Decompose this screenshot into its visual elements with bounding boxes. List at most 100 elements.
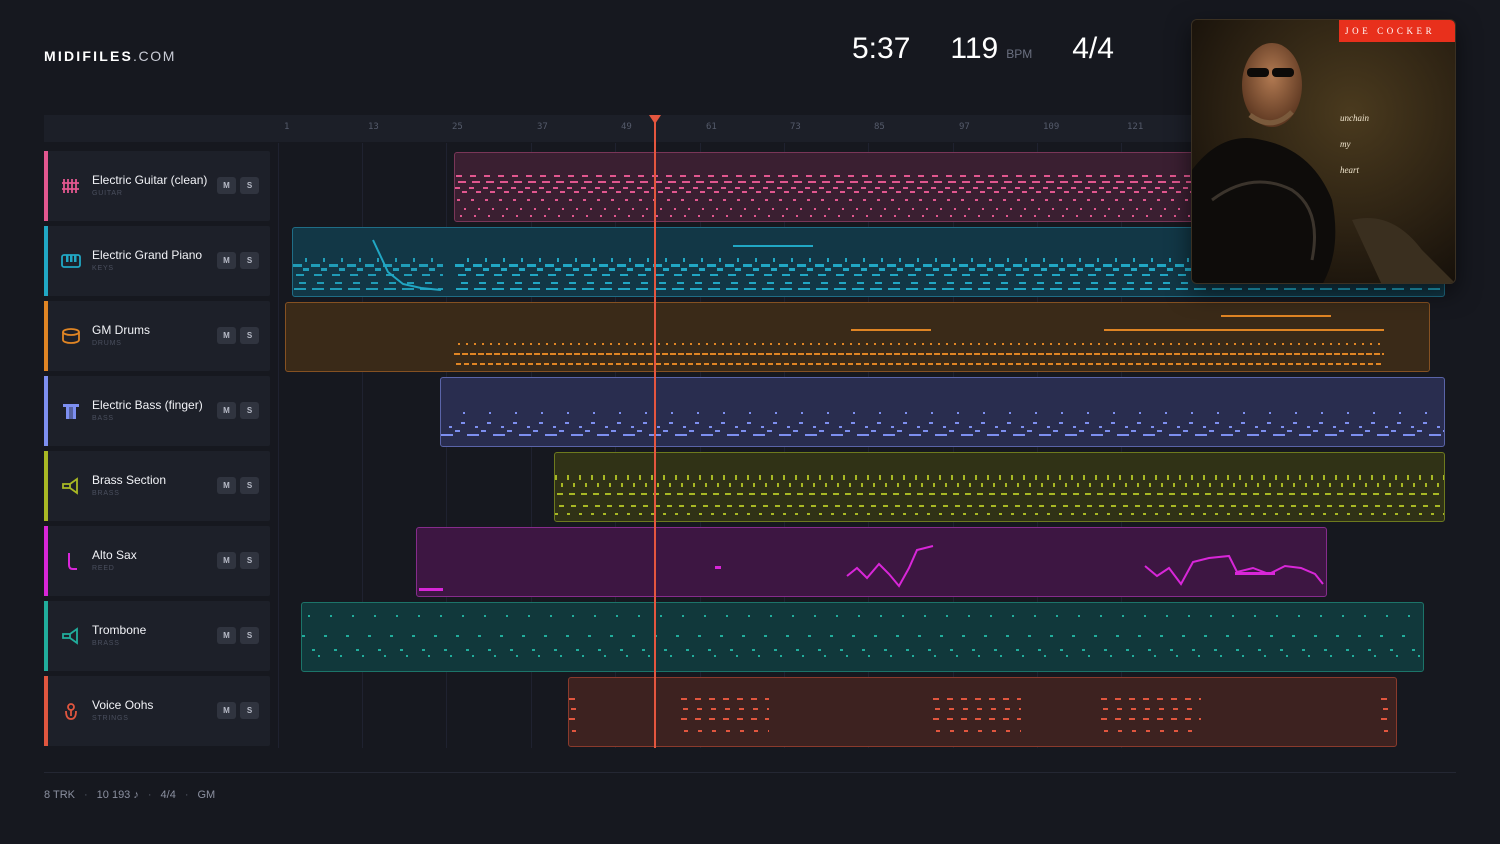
track-name: Electric Guitar (clean) (92, 173, 208, 187)
horn-icon (62, 627, 78, 645)
ruler-tick: 25 (452, 122, 463, 132)
clip-sax[interactable] (416, 527, 1327, 597)
footer-standard: GM (197, 789, 216, 801)
track-header-brass[interactable]: Brass Section BRASS M S (44, 451, 270, 521)
playhead-line[interactable] (654, 122, 656, 748)
track-category: STRINGS (92, 715, 129, 722)
ruler-tick: 1 (284, 122, 290, 132)
mute-button[interactable]: M (217, 477, 236, 494)
track-category: DRUMS (92, 340, 122, 347)
track-color-stripe (44, 451, 48, 521)
song-duration: 5:37 (852, 32, 911, 65)
track-color-stripe (44, 226, 48, 296)
track-color-stripe (44, 601, 48, 671)
track-category: KEYS (92, 265, 114, 272)
track-header-guitar[interactable]: Electric Guitar (clean) GUITAR M S (44, 151, 270, 221)
album-title-line: unchain (1340, 113, 1369, 123)
brand-name: MIDIFILES (44, 48, 134, 64)
ruler-tick: 49 (621, 122, 632, 132)
ruler-tick: 121 (1127, 122, 1144, 132)
mute-button[interactable]: M (217, 327, 236, 344)
footer-separator: · (83, 789, 88, 801)
grid-line (278, 143, 279, 748)
ruler-tick: 97 (959, 122, 970, 132)
track-name: Electric Grand Piano (92, 248, 203, 262)
mute-button[interactable]: M (217, 702, 236, 719)
clip-voice[interactable] (568, 677, 1397, 747)
clip-brass[interactable] (554, 452, 1445, 522)
ruler-tick: 13 (368, 122, 379, 132)
clip-drums[interactable] (285, 302, 1430, 372)
time-signature: 4/4 (1072, 32, 1114, 65)
track-color-stripe (44, 676, 48, 746)
track-category: REED (92, 565, 115, 572)
track-header-sax[interactable]: Alto Sax REED M S (44, 526, 270, 596)
track-header-piano[interactable]: Electric Grand Piano KEYS M S (44, 226, 270, 296)
note-pattern (555, 453, 1444, 521)
solo-button[interactable]: S (240, 252, 259, 269)
solo-button[interactable]: S (240, 402, 259, 419)
album-title-line: my (1340, 139, 1351, 149)
album-title-line: heart (1340, 165, 1359, 175)
ruler-tick: 73 (790, 122, 801, 132)
clip-bass[interactable] (440, 377, 1445, 447)
sax-icon (68, 553, 77, 570)
track-name: Trombone (92, 623, 147, 637)
track-color-stripe (44, 526, 48, 596)
mute-button[interactable]: M (217, 627, 236, 644)
ruler-tick: 61 (706, 122, 717, 132)
mute-button[interactable]: M (217, 402, 236, 419)
solo-button[interactable]: S (240, 477, 259, 494)
footer-info: 8 TRK · 10 193 ♪ · 4/4 · GM (44, 789, 215, 801)
track-name: Alto Sax (92, 548, 137, 562)
track-color-stripe (44, 301, 48, 371)
note-pattern (455, 153, 1253, 221)
tempo-unit: BPM (1006, 47, 1033, 61)
voice-icon (65, 703, 77, 720)
track-color-stripe (44, 376, 48, 446)
track-name: GM Drums (92, 323, 150, 337)
track-category: GUITAR (92, 190, 123, 197)
drum-icon (62, 328, 80, 344)
note-pattern (302, 603, 1423, 671)
horn-icon (62, 477, 78, 495)
solo-button[interactable]: S (240, 327, 259, 344)
album-cover: JOE COCKER unchain my heart (1191, 19, 1456, 284)
album-artist: JOE COCKER (1339, 20, 1455, 42)
brand-domain: .COM (133, 48, 176, 64)
brand-logo: MIDIFILES.COM (44, 48, 176, 64)
keyboard-icon (61, 254, 81, 268)
song-stats: 5:37 119 BPM 4/4 (852, 32, 1114, 66)
track-category: BRASS (92, 640, 120, 647)
mute-button[interactable]: M (217, 252, 236, 269)
track-header-voice[interactable]: Voice Oohs STRINGS M S (44, 676, 270, 746)
solo-button[interactable]: S (240, 177, 259, 194)
footer-time-signature: 4/4 (160, 789, 176, 801)
footer-separator: · (147, 789, 152, 801)
song-tempo: 119 (950, 32, 999, 65)
footer-note-count: 10 193 ♪ (96, 789, 139, 801)
note-pattern (419, 545, 1324, 591)
clip-guitar[interactable] (454, 152, 1254, 222)
ruler-tick: 37 (537, 122, 548, 132)
track-header-drums[interactable]: GM Drums DRUMS M S (44, 301, 270, 371)
album-photo (1192, 20, 1455, 283)
solo-button[interactable]: S (240, 627, 259, 644)
footer-separator: · (184, 789, 189, 801)
ruler-tick: 85 (874, 122, 885, 132)
solo-button[interactable]: S (240, 552, 259, 569)
track-header-bass[interactable]: Electric Bass (finger) BASS M S (44, 376, 270, 446)
track-header-trombone[interactable]: Trombone BRASS M S (44, 601, 270, 671)
mute-button[interactable]: M (217, 552, 236, 569)
solo-button[interactable]: S (240, 702, 259, 719)
mute-button[interactable]: M (217, 177, 236, 194)
track-name: Electric Bass (finger) (92, 398, 203, 412)
bass-icon (63, 404, 79, 419)
ruler-tick: 109 (1043, 122, 1060, 132)
clip-trombone[interactable] (301, 602, 1424, 672)
footer-track-count: 8 TRK (44, 789, 75, 801)
footer-divider (44, 772, 1456, 773)
guitar-icon (62, 179, 79, 193)
note-pattern (569, 678, 1395, 746)
track-color-stripe (44, 151, 48, 221)
